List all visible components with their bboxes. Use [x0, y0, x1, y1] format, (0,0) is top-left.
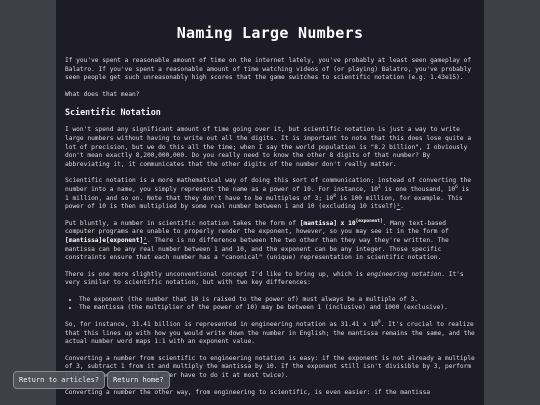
text-fragment: .	[400, 203, 405, 211]
return-to-articles-button[interactable]: Return to articles?	[13, 371, 106, 389]
return-home-button[interactable]: Return home?	[107, 371, 170, 389]
emphasis-engineering-notation: engineering notation	[366, 270, 442, 278]
differences-list: The exponent (the number that 10 is rais…	[65, 296, 475, 313]
superscript: [exponent]	[355, 218, 383, 224]
paragraph-powers-of-ten: Scientific notation is a more mathematic…	[65, 177, 475, 211]
paragraph-convert-to-scientific: Converting a number the other way, from …	[65, 388, 431, 396]
section-heading-scientific-notation: Scientific Notation	[65, 107, 161, 118]
paragraph-form: Put bluntly, a number in scientific nota…	[65, 218, 475, 263]
text-fragment: Put bluntly, a number in scientific nota…	[65, 219, 300, 227]
text-fragment: is one thousand, 10	[380, 185, 456, 193]
code-mantissa-e-exponent: [mantissa]e[exponent]	[65, 236, 144, 244]
intro-paragraph-1: If you've spent a reasonable amount of t…	[65, 57, 472, 82]
code-text: [mantissa] x 10	[299, 219, 356, 227]
paragraph-example: So, for instance, 31.41 billion is repre…	[65, 320, 475, 347]
code-mantissa-x-10: [mantissa] x 10[exponent]	[299, 218, 383, 227]
article-page: Naming Large Numbers If you've spent a r…	[56, 0, 484, 405]
intro-paragraph-2: What does that mean?	[65, 90, 140, 98]
page-title: Naming Large Numbers	[176, 24, 364, 42]
paragraph-precision: I won't spend any significant amount of …	[65, 126, 472, 168]
list-item: The exponent (the number that 10 is rais…	[79, 296, 475, 305]
paragraph-engineering-intro: There is one more slightly unconventiona…	[65, 271, 475, 288]
text-fragment: There is one more slightly unconventiona…	[65, 270, 367, 278]
text-fragment: So, for instance, 31.41 billion is repre…	[65, 321, 378, 329]
list-item: The mantissa (the multiplier of the powe…	[79, 304, 475, 313]
